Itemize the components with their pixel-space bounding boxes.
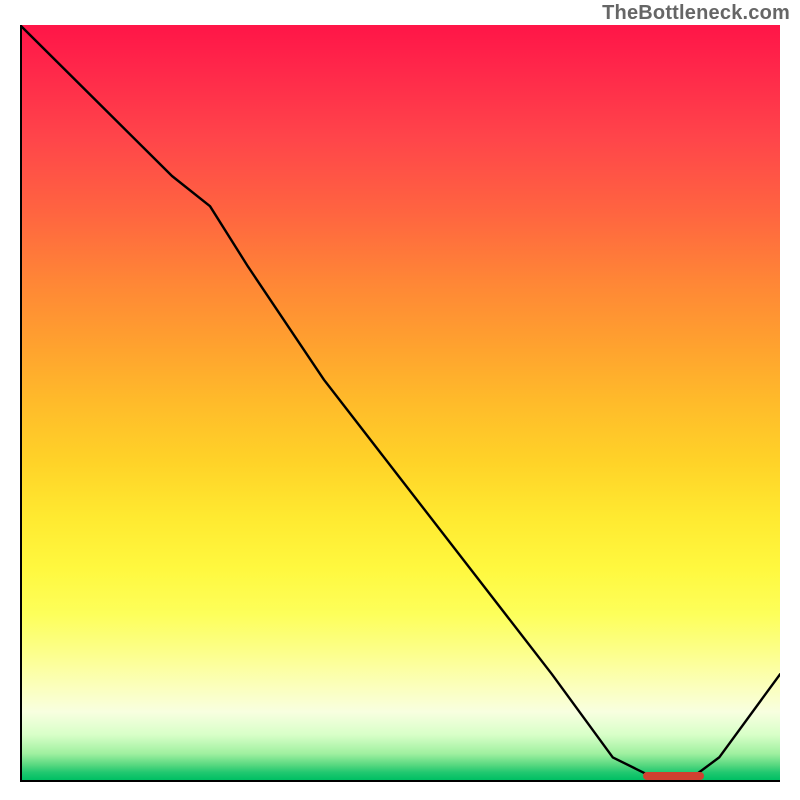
y-axis xyxy=(20,25,22,780)
optimal-range-marker xyxy=(643,772,704,780)
chart-container: TheBottleneck.com xyxy=(0,0,800,800)
curve-path xyxy=(20,25,780,780)
x-axis xyxy=(20,780,780,782)
watermark-text: TheBottleneck.com xyxy=(602,2,790,25)
bottleneck-line-series xyxy=(20,25,780,780)
